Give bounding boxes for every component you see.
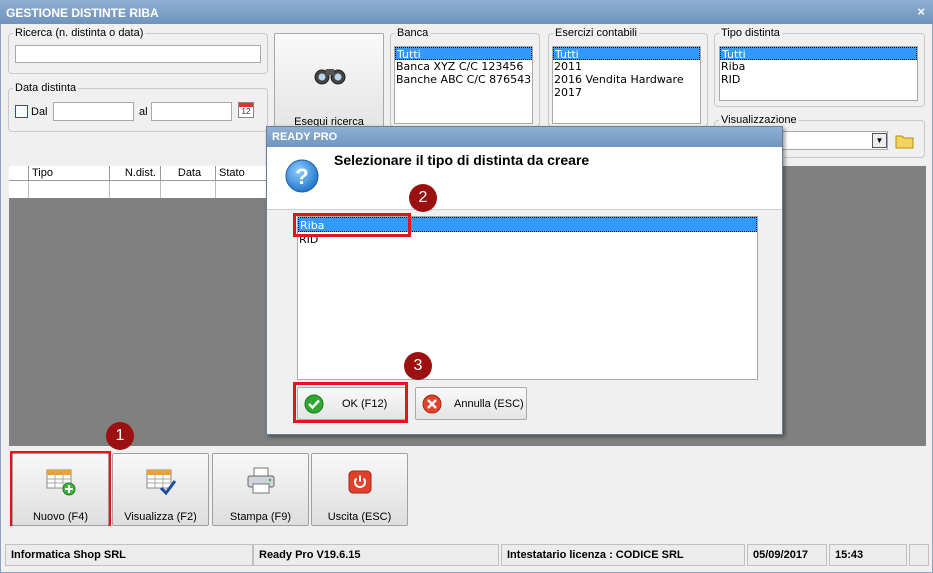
question-icon: ? — [285, 159, 319, 193]
uscita-button[interactable]: Uscita (ESC) — [311, 453, 408, 526]
al-label: al — [139, 106, 148, 118]
dialog-heading: Selezionare il tipo di distinta da crear… — [334, 152, 590, 168]
visualizza-button[interactable]: Visualizza (F2) — [112, 453, 209, 526]
dialog-type-list[interactable]: Riba RID — [297, 216, 758, 380]
status-time: 15:43 — [829, 544, 907, 566]
window-titlebar: GESTIONE DISTINTE RIBA × — [0, 0, 933, 24]
grid-col-ndist[interactable]: N.dist. — [110, 166, 161, 181]
banca-item[interactable]: Tutti — [395, 47, 532, 61]
calendar-number: 12 — [241, 107, 251, 116]
step-badge-3: 3 — [404, 352, 432, 380]
grid-col-tipo[interactable]: Tipo — [29, 166, 110, 181]
dialog-title: READY PRO — [267, 127, 782, 147]
view-grid-icon — [146, 469, 176, 496]
dal-checkbox[interactable] — [15, 105, 28, 118]
power-icon — [348, 470, 372, 494]
dialog-header: ? Selezionare il tipo di distinta da cre… — [267, 147, 782, 210]
status-version: Ready Pro V19.6.15 — [253, 544, 499, 566]
esercizi-legend: Esercizi contabili — [555, 27, 637, 39]
stampa-label: Stampa (F9) — [229, 511, 292, 523]
grid-header-indicator — [9, 166, 29, 181]
step-badge-1: 1 — [106, 422, 134, 450]
run-search-button[interactable]: Esegui ricerca — [274, 33, 384, 130]
uscita-label: Uscita (ESC) — [327, 511, 392, 523]
banca-list[interactable]: Tutti Banca XYZ C/C 123456 Banche ABC C/… — [394, 46, 533, 124]
al-date-input[interactable] — [151, 102, 232, 121]
status-company: Informatica Shop SRL — [5, 544, 253, 566]
grid-col-data[interactable]: Data — [161, 166, 216, 181]
tipo-item[interactable]: Riba — [720, 60, 917, 73]
esercizi-item[interactable]: 2016 Vendita Hardware — [553, 73, 700, 86]
banca-item[interactable]: Banca XYZ C/C 123456 — [395, 60, 532, 73]
search-input[interactable] — [15, 45, 261, 63]
dal-date-input[interactable] — [53, 102, 134, 121]
window-title: GESTIONE DISTINTE RIBA — [6, 6, 159, 20]
date-legend: Data distinta — [15, 82, 77, 94]
esercizi-item[interactable]: Tutti — [553, 47, 700, 61]
calendar-icon[interactable]: 12 — [238, 102, 254, 118]
printer-icon — [247, 467, 275, 494]
cancel-label: Annulla (ESC) — [454, 398, 524, 410]
binoculars-icon — [314, 69, 346, 85]
tipo-legend: Tipo distinta — [721, 27, 780, 39]
status-license: Intestatario licenza : CODICE SRL — [501, 544, 745, 566]
folder-icon[interactable] — [895, 132, 915, 149]
table-row[interactable] — [9, 181, 267, 198]
tipo-item[interactable]: RID — [720, 73, 917, 86]
highlight-ok — [293, 382, 408, 423]
chevron-down-icon[interactable]: ▼ — [872, 133, 887, 148]
esercizi-list[interactable]: Tutti 2011 2016 Vendita Hardware 2017 — [552, 46, 701, 124]
close-icon[interactable]: × — [917, 4, 925, 19]
new-grid-icon — [46, 469, 76, 496]
grid-col-stato[interactable]: Stato — [216, 166, 267, 181]
cancel-button[interactable]: Annulla (ESC) — [415, 387, 527, 420]
visualizza-label: Visualizza (F2) — [124, 511, 197, 523]
svg-text:?: ? — [295, 164, 308, 189]
visualizzazione-legend: Visualizzazione — [721, 114, 797, 126]
search-legend: Ricerca (n. distinta o data) — [15, 27, 144, 39]
esercizi-item[interactable]: 2011 — [553, 60, 700, 73]
cancel-icon — [422, 394, 442, 414]
status-date: 05/09/2017 — [747, 544, 827, 566]
step-badge-2: 2 — [409, 184, 437, 212]
banca-item[interactable]: Banche ABC C/C 876543 — [395, 73, 532, 86]
grid-header: Tipo N.dist. Data Stato — [9, 166, 267, 181]
nuovo-button[interactable]: Nuovo (F4) — [12, 453, 109, 526]
banca-legend: Banca — [397, 27, 429, 39]
highlight-riba — [293, 213, 411, 237]
stampa-button[interactable]: Stampa (F9) — [212, 453, 309, 526]
resize-grip[interactable] — [909, 544, 929, 566]
nuovo-label: Nuovo (F4) — [32, 511, 89, 523]
dal-label: Dal — [31, 106, 48, 118]
esercizi-item[interactable]: 2017 — [553, 86, 700, 99]
tipo-list[interactable]: Tutti Riba RID — [719, 46, 918, 101]
tipo-item[interactable]: Tutti — [720, 47, 917, 61]
